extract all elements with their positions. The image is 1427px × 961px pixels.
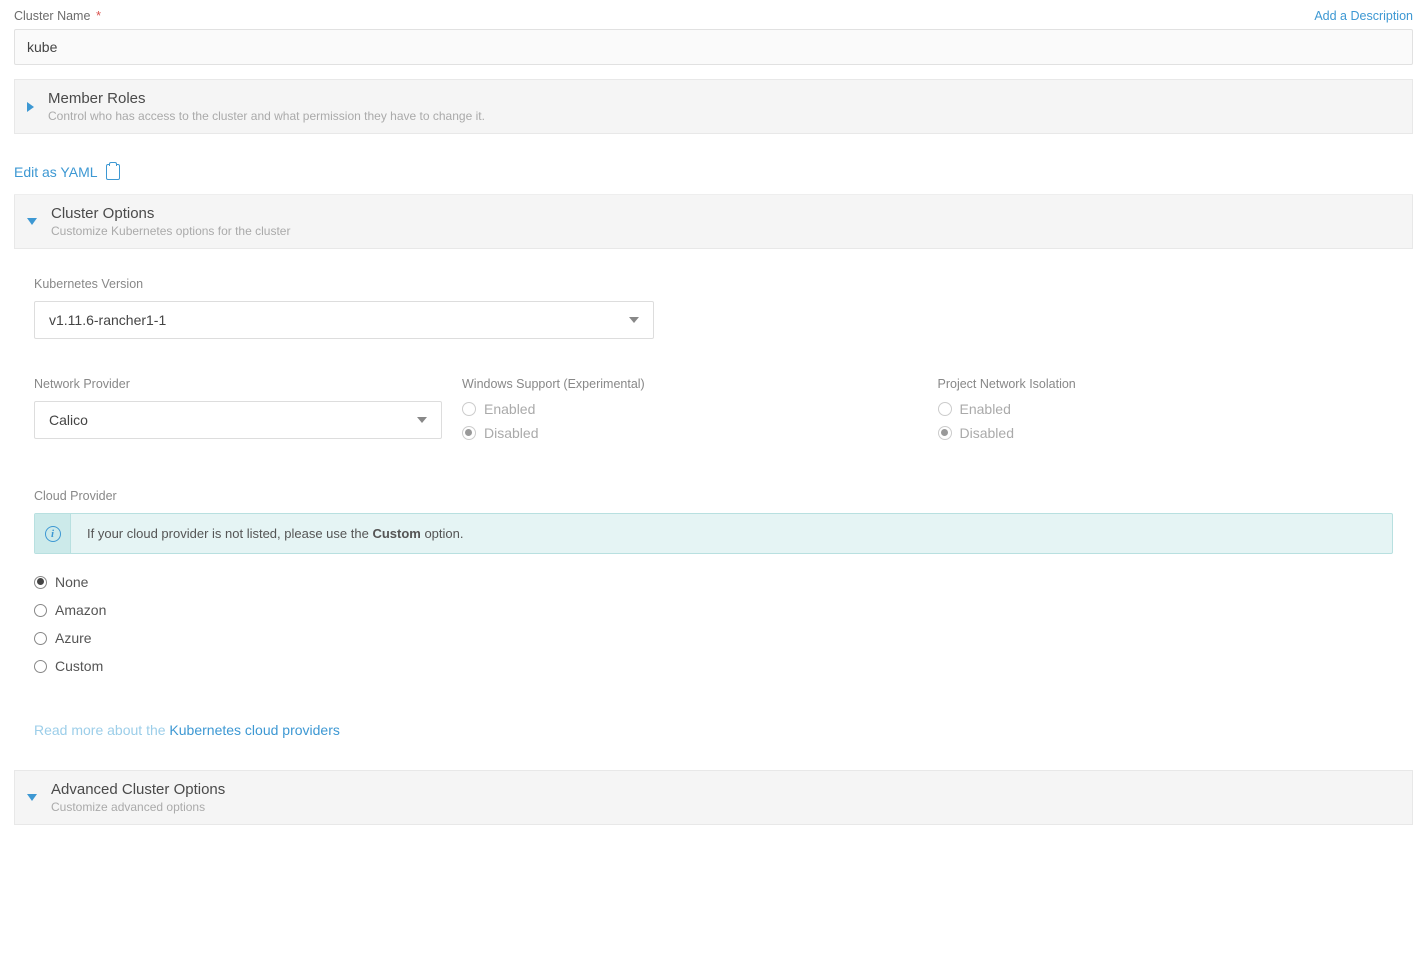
advanced-options-panel[interactable]: Advanced Cluster Options Customize advan… <box>14 770 1413 825</box>
member-roles-title: Member Roles <box>48 90 485 107</box>
k8s-version-value: v1.11.6-rancher1-1 <box>49 312 166 328</box>
add-description-link[interactable]: Add a Description <box>1314 9 1413 23</box>
info-icon: i <box>45 526 61 542</box>
chevron-down-icon <box>27 218 37 225</box>
info-banner: i If your cloud provider is not listed, … <box>34 513 1393 554</box>
read-more-prefix: Read more about the <box>34 722 169 738</box>
read-more-target: Kubernetes cloud providers <box>169 722 339 738</box>
info-text: If your cloud provider is not listed, pl… <box>71 514 479 553</box>
radio-icon <box>34 632 47 645</box>
member-roles-sub: Control who has access to the cluster an… <box>48 109 485 123</box>
chevron-right-icon <box>27 102 34 112</box>
isolation-disabled-label: Disabled <box>960 425 1014 441</box>
windows-enabled-radio: Enabled <box>462 401 918 417</box>
cluster-name-label: Cluster Name <box>14 9 90 23</box>
cluster-options-panel[interactable]: Cluster Options Customize Kubernetes opt… <box>14 195 1413 249</box>
clipboard-icon <box>106 164 120 180</box>
windows-disabled-radio: Disabled <box>462 425 918 441</box>
required-indicator: * <box>96 8 101 23</box>
cloud-amazon-radio[interactable]: Amazon <box>34 602 1393 618</box>
radio-icon <box>938 426 952 440</box>
cluster-options-sub: Customize Kubernetes options for the clu… <box>51 224 290 238</box>
cloud-azure-label: Azure <box>55 630 92 646</box>
cloud-none-label: None <box>55 574 88 590</box>
read-more-link[interactable]: Read more about the Kubernetes cloud pro… <box>34 722 1393 738</box>
radio-icon <box>462 402 476 416</box>
radio-icon <box>462 426 476 440</box>
isolation-disabled-radio: Disabled <box>938 425 1394 441</box>
radio-icon <box>34 604 47 617</box>
radio-icon <box>34 576 47 589</box>
project-isolation-label: Project Network Isolation <box>938 377 1394 391</box>
edit-as-yaml-link[interactable]: Edit as YAML <box>14 150 1413 195</box>
advanced-sub: Customize advanced options <box>51 800 225 814</box>
isolation-enabled-radio: Enabled <box>938 401 1394 417</box>
member-roles-panel[interactable]: Member Roles Control who has access to t… <box>14 79 1413 134</box>
windows-support-label: Windows Support (Experimental) <box>462 377 918 391</box>
radio-icon <box>938 402 952 416</box>
info-icon-box: i <box>35 514 71 553</box>
k8s-version-select[interactable]: v1.11.6-rancher1-1 <box>34 301 654 339</box>
cluster-options-title: Cluster Options <box>51 205 290 222</box>
k8s-version-label: Kubernetes Version <box>34 277 1393 291</box>
cloud-provider-label: Cloud Provider <box>34 489 1393 503</box>
edit-as-yaml-label: Edit as YAML <box>14 164 98 180</box>
cloud-azure-radio[interactable]: Azure <box>34 630 1393 646</box>
cloud-custom-radio[interactable]: Custom <box>34 658 1393 674</box>
windows-enabled-label: Enabled <box>484 401 535 417</box>
cloud-none-radio[interactable]: None <box>34 574 1393 590</box>
network-provider-select[interactable]: Calico <box>34 401 442 439</box>
network-provider-value: Calico <box>49 412 88 428</box>
advanced-title: Advanced Cluster Options <box>51 781 225 798</box>
chevron-down-icon <box>629 317 639 323</box>
cloud-custom-label: Custom <box>55 658 103 674</box>
chevron-down-icon <box>417 417 427 423</box>
cluster-name-input[interactable] <box>14 29 1413 65</box>
network-provider-label: Network Provider <box>34 377 442 391</box>
chevron-down-icon <box>27 794 37 801</box>
cloud-amazon-label: Amazon <box>55 602 106 618</box>
radio-icon <box>34 660 47 673</box>
isolation-enabled-label: Enabled <box>960 401 1011 417</box>
windows-disabled-label: Disabled <box>484 425 538 441</box>
